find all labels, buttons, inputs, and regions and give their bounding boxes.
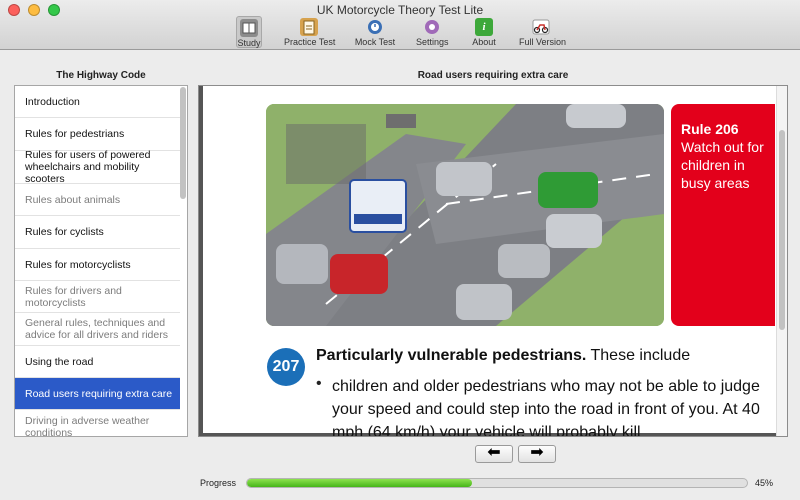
sidebar-scrollbar[interactable] <box>180 87 186 199</box>
clipboard-icon <box>300 18 318 36</box>
content-scrollbar-track[interactable] <box>776 86 787 436</box>
progress-bar-fill <box>247 479 472 487</box>
next-page-button[interactable]: ➡ <box>518 445 556 463</box>
progress-label: Progress <box>200 478 237 488</box>
sidebar-list[interactable]: Introduction Rules for pedestrians Rules… <box>14 85 188 437</box>
rule-heading: Particularly vulnerable pedestrians. The… <box>316 347 691 364</box>
road-illustration <box>266 104 664 326</box>
toolbar-full-version-button[interactable]: Full Version <box>519 16 566 48</box>
sidebar-item-general-rules[interactable]: General rules, techniques and advice for… <box>15 313 180 346</box>
sidebar-item-motorcyclists[interactable]: Rules for motorcyclists <box>15 249 180 281</box>
clock-icon <box>366 18 384 36</box>
content-pane[interactable]: Rule 206 Watch out for children in busy … <box>198 85 788 437</box>
gear-icon <box>423 18 441 36</box>
rule-bullet-text: children and older pedestrians who may n… <box>332 378 760 437</box>
progress-bar <box>246 478 748 488</box>
sidebar-item-wheelchairs[interactable]: Rules for users of powered wheelchairs a… <box>15 149 180 185</box>
rule-callout-number: Rule 206 <box>681 121 739 137</box>
page-title: Road users requiring extra care <box>417 70 569 81</box>
sidebar-item-cyclists[interactable]: Rules for cyclists <box>15 216 180 249</box>
toolbar-practice-test-button[interactable]: Practice Test <box>284 16 335 48</box>
sidebar-title: The Highway Code <box>56 70 146 81</box>
rule-callout-box: Rule 206 Watch out for children in busy … <box>671 104 775 326</box>
previous-page-button[interactable]: ⬅ <box>475 445 513 463</box>
motorcycle-icon <box>532 18 550 36</box>
sidebar-item-introduction[interactable]: Introduction <box>15 86 180 118</box>
progress-percentage: 45% <box>755 478 774 488</box>
sidebar-item-extra-care[interactable]: Road users requiring extra care <box>15 378 180 410</box>
info-icon: i <box>475 18 493 36</box>
toolbar-study-button[interactable]: Study <box>236 16 262 48</box>
right-arrow-icon: ➡ <box>530 444 544 461</box>
toolbar-settings-button[interactable]: Settings <box>416 16 449 48</box>
title-bar: UK Motorcycle Theory Test Lite Study Pra… <box>0 0 800 50</box>
content-scrollbar-thumb[interactable] <box>779 130 785 330</box>
sidebar-item-adverse-weather[interactable]: Driving in adverse weather conditions <box>15 410 180 436</box>
sidebar-item-drivers-motorcyclists[interactable]: Rules for drivers and motorcyclists <box>15 281 180 313</box>
content-left-border <box>199 86 203 436</box>
window-title: UK Motorcycle Theory Test Lite <box>316 3 484 17</box>
rule-callout-text: Watch out for children in busy areas <box>681 139 764 191</box>
toolbar-mock-test-button[interactable]: Mock Test <box>354 16 396 48</box>
book-icon <box>240 19 258 37</box>
sidebar-item-pedestrians[interactable]: Rules for pedestrians <box>15 118 180 151</box>
left-arrow-icon: ⬅ <box>487 444 501 461</box>
sidebar-item-animals[interactable]: Rules about animals <box>15 184 180 216</box>
rule-number-badge: 207 <box>267 348 305 386</box>
sidebar-item-using-the-road[interactable]: Using the road <box>15 346 180 378</box>
toolbar-about-button[interactable]: i About <box>471 16 497 48</box>
